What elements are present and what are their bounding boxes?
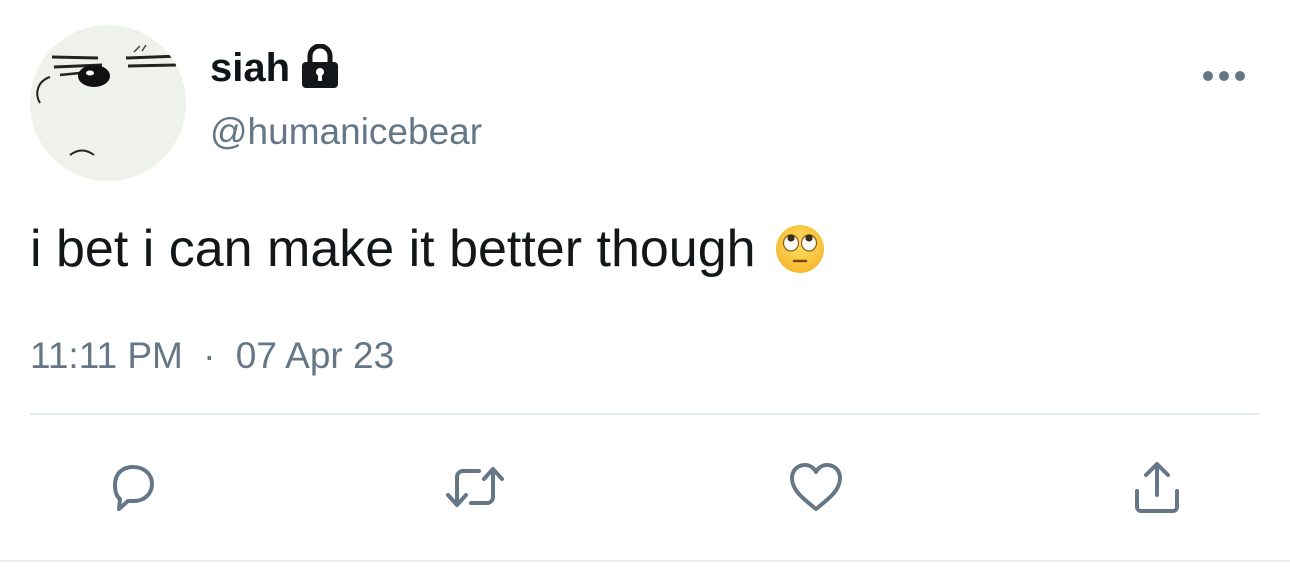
retweet-icon [446, 467, 504, 507]
share-button[interactable] [1125, 455, 1189, 519]
retweet-button[interactable] [443, 455, 507, 519]
display-name[interactable]: siah [210, 48, 290, 88]
tweet-date: 07 Apr 23 [235, 335, 395, 376]
reply-button[interactable] [101, 455, 165, 519]
lock-icon [300, 43, 340, 90]
more-options-button[interactable] [1196, 58, 1252, 94]
tweet-time: 11:11 PM [30, 335, 183, 376]
like-button[interactable] [784, 455, 848, 519]
author-row: siah [210, 40, 340, 96]
bottom-divider [0, 560, 1290, 562]
tweet-body: i bet i can make it better though [30, 218, 826, 280]
divider [30, 413, 1260, 415]
timestamp-separator: · [203, 335, 216, 376]
tweet-timestamp[interactable]: 11:11 PM · 07 Apr 23 [30, 334, 394, 378]
author-handle[interactable]: @humanicebear [210, 110, 482, 154]
more-dots-icon [1203, 71, 1245, 81]
tweet-card: siah @humanicebear i bet i can make it b… [0, 0, 1290, 579]
bear-face-icon [30, 25, 186, 181]
share-icon [1135, 462, 1179, 513]
speech-bubble-icon [113, 465, 154, 511]
avatar[interactable] [30, 25, 186, 181]
tweet-text: i bet i can make it better though [30, 220, 756, 278]
heart-icon [790, 463, 842, 511]
rolling-eyes-emoji-icon [774, 223, 826, 275]
